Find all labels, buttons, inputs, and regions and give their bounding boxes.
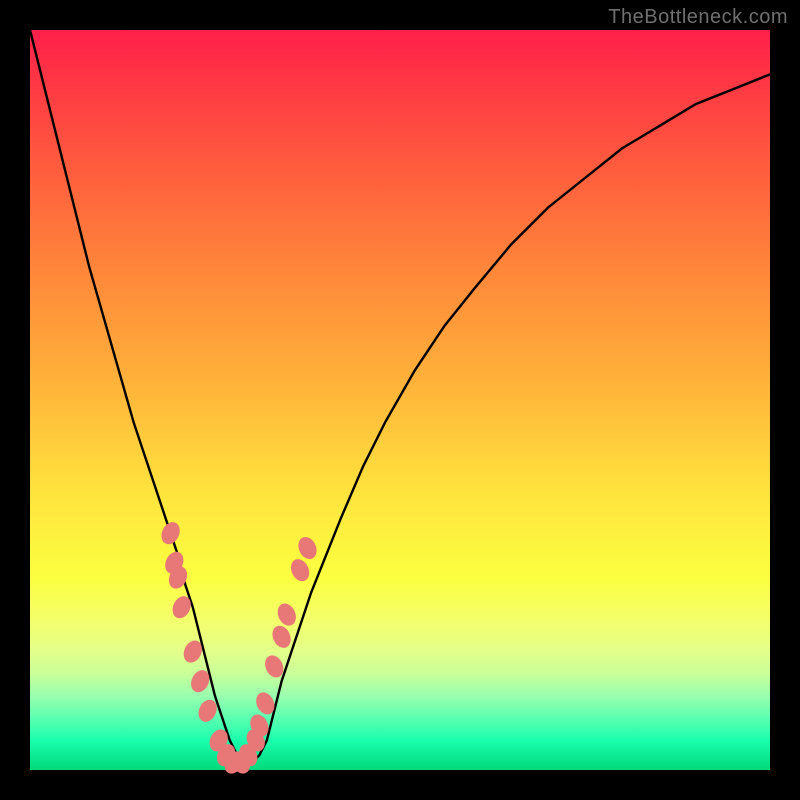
- marker-point: [288, 557, 312, 584]
- curve-layer: [30, 30, 770, 770]
- marker-point: [275, 601, 299, 628]
- bottleneck-curve: [30, 30, 770, 763]
- plot-area: [30, 30, 770, 770]
- chart-frame: TheBottleneck.com: [0, 0, 800, 800]
- marker-point: [270, 623, 294, 650]
- marker-point: [296, 535, 320, 562]
- watermark-text: TheBottleneck.com: [608, 6, 788, 29]
- marker-point: [159, 520, 183, 547]
- sample-markers: [159, 520, 320, 776]
